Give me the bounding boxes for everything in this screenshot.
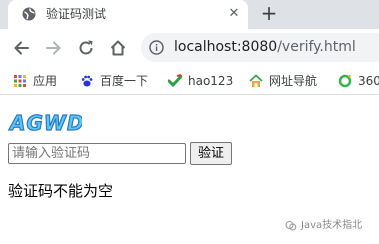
new-tab-button[interactable]: + xyxy=(258,3,280,25)
error-message: 验证码不能为空 xyxy=(8,182,114,200)
2345-house-icon xyxy=(249,74,263,87)
tab-title: 验证码测试 xyxy=(46,7,107,21)
address-bar[interactable]: localhost:8080/verify.html xyxy=(141,33,379,62)
close-tab-icon[interactable]: ✕ xyxy=(226,6,242,22)
bookmark-label: 百度一下 xyxy=(100,74,149,88)
page-content: AGWD 验证 验证码不能为空 Java技术指北 xyxy=(0,96,379,244)
wechat-channel-icon xyxy=(285,221,297,231)
verify-button[interactable]: 验证 xyxy=(190,142,232,165)
verify-code-input[interactable] xyxy=(8,143,186,164)
bookmark-2345-nav[interactable]: 网址导航 xyxy=(249,72,329,90)
bookmark-apps[interactable]: 应用 xyxy=(13,72,73,90)
url-host: localhost:8080 xyxy=(174,39,278,55)
bookmark-label: 360 xyxy=(358,74,379,88)
apps-grid-icon xyxy=(14,75,26,87)
bookmark-label: 网址导航 xyxy=(269,74,318,88)
watermark-text: Java技术指北 xyxy=(301,220,363,231)
captcha-image[interactable]: AGWD xyxy=(8,110,82,135)
globe-icon xyxy=(22,7,36,21)
url-path: /verify.html xyxy=(277,39,356,55)
bookmark-baidu[interactable]: 百度一下 xyxy=(80,72,160,90)
browser-toolbar: localhost:8080/verify.html xyxy=(0,29,379,66)
bookmark-label: 应用 xyxy=(33,74,58,88)
bookmark-360[interactable]: 360 xyxy=(338,72,379,90)
site-info-icon[interactable] xyxy=(149,40,164,55)
bookmark-hao123[interactable]: hao123 xyxy=(168,72,240,90)
hao123-check-icon xyxy=(168,74,182,88)
bookmarks-bar: 应用 百度一下 hao123 网址导航 360 xyxy=(0,66,379,95)
home-icon[interactable] xyxy=(108,38,128,58)
url-text[interactable]: localhost:8080/verify.html xyxy=(174,39,356,56)
browser-tab[interactable]: 验证码测试 ✕ xyxy=(8,0,248,29)
bookmark-label: hao123 xyxy=(188,74,234,88)
forward-arrow-icon[interactable] xyxy=(43,38,63,58)
back-arrow-icon[interactable] xyxy=(12,38,32,58)
baidu-paw-icon xyxy=(81,75,93,87)
tab-strip: 验证码测试 ✕ + xyxy=(0,0,379,29)
reload-icon[interactable] xyxy=(76,38,96,58)
captcha-text: AGWD xyxy=(8,111,82,135)
360-ring-icon xyxy=(338,74,352,88)
